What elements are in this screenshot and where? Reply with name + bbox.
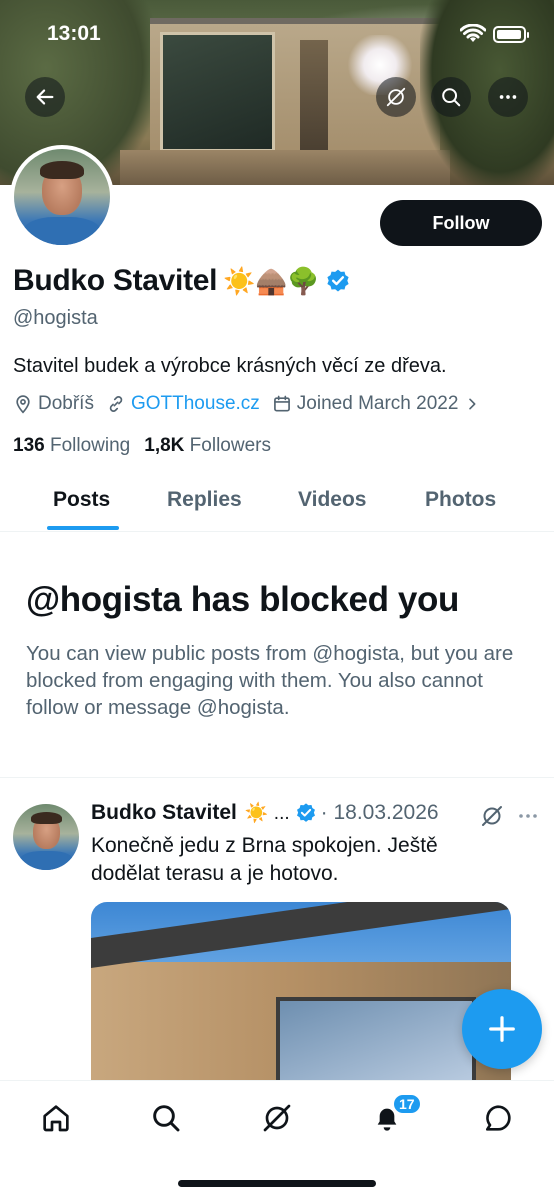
search-button[interactable] bbox=[431, 77, 471, 117]
location-pin-icon bbox=[16, 395, 30, 414]
banner-deck bbox=[120, 150, 450, 185]
profile-website-link[interactable]: GOTThouse.cz bbox=[131, 393, 260, 415]
avatar-shirt bbox=[22, 217, 102, 245]
message-bubble-icon bbox=[486, 1105, 511, 1131]
post-image-window bbox=[276, 997, 476, 1082]
post-header: Budko Stavitel ☀️ ... · 18.03.2026 bbox=[91, 801, 439, 825]
search-icon bbox=[153, 1105, 180, 1132]
profile-avatar[interactable] bbox=[10, 145, 114, 249]
arrow-left-icon bbox=[36, 89, 54, 105]
calendar-icon bbox=[273, 395, 290, 412]
post-author-emoji: ☀️ ... bbox=[244, 803, 290, 824]
banner-window bbox=[160, 32, 275, 152]
search-icon bbox=[442, 88, 461, 107]
divider bbox=[0, 777, 554, 778]
more-horizontal-icon bbox=[499, 95, 517, 99]
avatar-hair bbox=[40, 161, 84, 179]
post-author-avatar[interactable] bbox=[13, 804, 79, 870]
link-icon bbox=[109, 396, 123, 412]
post-avatar-shirt bbox=[19, 851, 74, 870]
following-label: Following bbox=[49, 435, 131, 456]
nav-home[interactable] bbox=[36, 1098, 76, 1138]
post-date-text: 18.03.2026 bbox=[333, 801, 439, 824]
tab-photos[interactable]: Photos bbox=[425, 488, 496, 512]
grok-icon bbox=[263, 1104, 291, 1132]
follow-counts: 136 Following 1,8K Followers bbox=[13, 435, 271, 457]
post-image-roof bbox=[91, 902, 511, 968]
post-image[interactable] bbox=[91, 902, 511, 1082]
blocked-title: @hogista has blocked you bbox=[26, 580, 459, 619]
more-options-button[interactable] bbox=[488, 77, 528, 117]
profile-meta: Dobříš GOTThouse.cz Joined March 2022 bbox=[13, 393, 497, 415]
status-bar: 13:01 bbox=[0, 22, 554, 50]
blocked-description: You can view public posts from @hogista,… bbox=[26, 642, 514, 719]
following-count: 136 bbox=[13, 435, 45, 456]
post-text: Konečně jedu z Brna spokojen. Ještě dodě… bbox=[91, 834, 438, 885]
grok-icon bbox=[386, 87, 406, 107]
active-tab-indicator bbox=[47, 526, 119, 530]
home-indicator bbox=[178, 1180, 376, 1187]
profile-name: Budko Stavitel bbox=[13, 264, 218, 297]
post-date: · 18.03.2026 bbox=[320, 801, 439, 824]
post-avatar-hair bbox=[31, 812, 62, 824]
nav-messages[interactable] bbox=[478, 1098, 518, 1138]
profile-bio: Stavitel budek a výrobce krásných věcí z… bbox=[13, 355, 447, 377]
profile-website[interactable]: GOTThouse.cz bbox=[106, 393, 260, 415]
profile-joined-text: Joined March 2022 bbox=[296, 393, 459, 414]
back-button[interactable] bbox=[25, 77, 65, 117]
nav-grok[interactable] bbox=[257, 1098, 297, 1138]
grok-button[interactable] bbox=[376, 77, 416, 117]
profile-tabs: Posts Replies Videos Photos bbox=[0, 470, 554, 532]
home-icon bbox=[43, 1105, 69, 1132]
following-link[interactable]: 136 Following bbox=[13, 435, 130, 457]
followers-link[interactable]: 1,8K Followers bbox=[144, 435, 271, 457]
followers-count: 1,8K bbox=[144, 435, 185, 456]
profile-name-row: Budko Stavitel ☀️🛖🌳 bbox=[13, 264, 351, 298]
post-more-icon[interactable] bbox=[516, 804, 540, 828]
chevron-right-icon bbox=[469, 398, 476, 410]
notifications-badge: 17 bbox=[392, 1093, 422, 1115]
follow-button[interactable]: Follow bbox=[380, 200, 542, 246]
profile-name-emojis: ☀️🛖🌳 bbox=[223, 265, 320, 296]
compose-button[interactable] bbox=[462, 989, 542, 1069]
profile-location-text: Dobříš bbox=[38, 393, 94, 414]
battery-icon bbox=[493, 26, 529, 43]
profile-location: Dobříš bbox=[13, 393, 94, 415]
tab-videos[interactable]: Videos bbox=[298, 488, 366, 512]
profile-joined[interactable]: Joined March 2022 bbox=[272, 393, 486, 415]
nav-search[interactable] bbox=[146, 1098, 186, 1138]
profile-handle: @hogista bbox=[13, 307, 98, 329]
banner-door bbox=[300, 40, 328, 152]
post-author-name[interactable]: Budko Stavitel bbox=[91, 801, 237, 825]
verified-badge-icon bbox=[327, 269, 350, 292]
tab-posts[interactable]: Posts bbox=[53, 488, 110, 512]
verified-badge-icon bbox=[296, 803, 315, 822]
wifi-icon bbox=[460, 24, 486, 42]
plus-icon bbox=[489, 1016, 515, 1042]
post-grok-icon[interactable] bbox=[480, 804, 504, 828]
followers-label: Followers bbox=[189, 435, 271, 456]
status-time: 13:01 bbox=[47, 22, 101, 45]
tab-replies[interactable]: Replies bbox=[167, 488, 242, 512]
